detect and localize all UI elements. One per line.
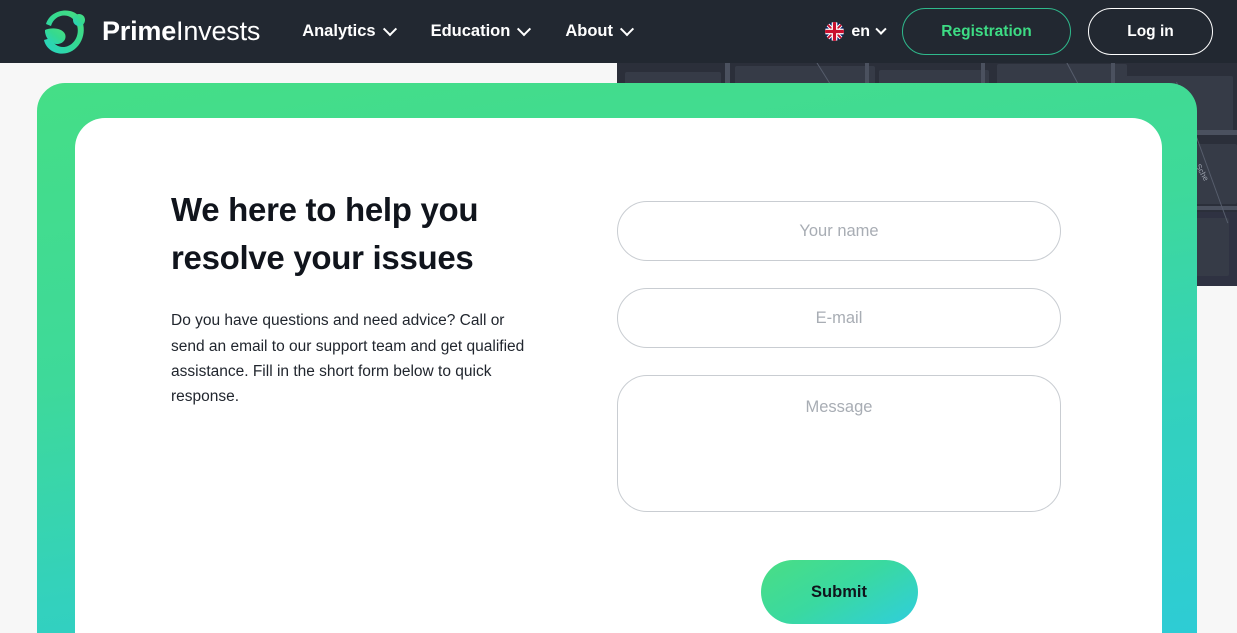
submit-row: Submit <box>617 560 1061 624</box>
nav-item-analytics[interactable]: Analytics <box>302 21 397 41</box>
nav-item-label: About <box>565 22 613 40</box>
nav-item-about[interactable]: About <box>565 21 635 41</box>
page-title: We here to help you resolve your issues <box>171 191 479 277</box>
intro-description: Do you have questions and need advice? C… <box>171 312 525 406</box>
message-textarea[interactable] <box>617 375 1061 512</box>
brand-name-bold: Prime <box>102 16 177 46</box>
language-label: en <box>851 22 870 40</box>
site-header: PrimeInvests Analytics Education About e… <box>0 0 1237 63</box>
language-selector[interactable]: en <box>825 22 887 41</box>
nav-item-label: Education <box>430 22 511 40</box>
login-button[interactable]: Log in <box>1088 8 1213 55</box>
contact-form: Submit <box>617 201 1061 624</box>
intro-block: We here to help you resolve your issues … <box>171 186 541 409</box>
chevron-down-icon <box>382 21 397 36</box>
chevron-down-icon <box>517 21 532 36</box>
header-actions: en Registration Log in <box>825 8 1213 55</box>
brand-logo[interactable]: PrimeInvests <box>36 4 260 60</box>
name-input[interactable] <box>617 201 1061 261</box>
chevron-down-icon <box>619 21 635 36</box>
registration-button[interactable]: Registration <box>902 8 1071 55</box>
chevron-down-icon <box>875 23 887 35</box>
primeinvests-logo-icon <box>44 9 85 54</box>
page-root: Sche o PrimeInvests <box>0 0 1237 633</box>
submit-button[interactable]: Submit <box>760 560 918 624</box>
brand-name: PrimeInvests <box>102 18 260 45</box>
nav-item-education[interactable]: Education <box>430 21 532 41</box>
email-input[interactable] <box>617 288 1061 348</box>
main-navigation: Analytics Education About <box>302 21 635 41</box>
uk-flag-icon <box>825 22 845 41</box>
nav-item-label: Analytics <box>302 22 376 40</box>
brand-name-light: Invests <box>176 16 261 46</box>
